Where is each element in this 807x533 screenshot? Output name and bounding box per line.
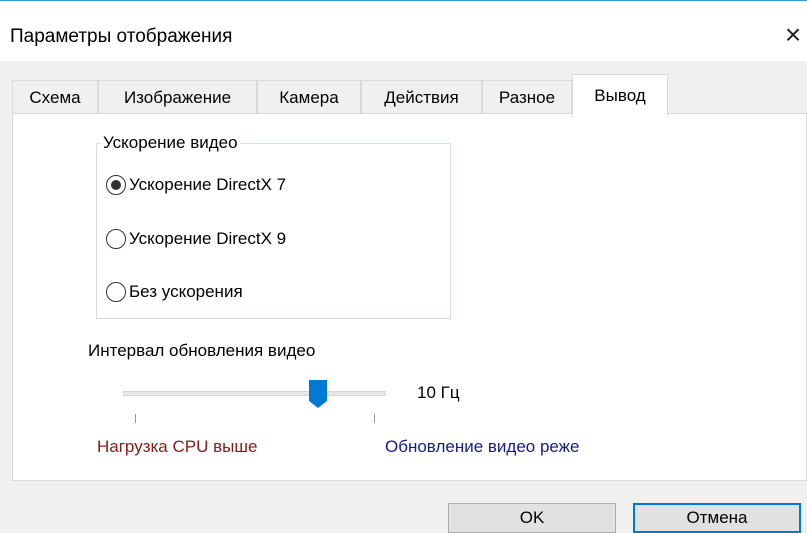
video-acceleration-label: Ускорение видео [100,133,241,153]
refresh-interval-slider[interactable] [123,379,386,427]
radio-no-acceleration-label: Без ускорения [129,282,243,301]
ok-button[interactable]: OK [448,503,616,533]
radio-no-acceleration[interactable] [106,282,126,302]
tab-image[interactable]: Изображение [98,80,257,114]
output-tab-panel: Ускорение видео Ускорение DirectX 7 Уско… [12,113,807,481]
tab-camera[interactable]: Камера [257,80,361,114]
slider-thumb[interactable] [308,379,328,409]
radio-directx7-row[interactable]: Ускорение DirectX 7 [106,175,286,195]
cancel-button[interactable]: Отмена [633,503,801,533]
tab-actions[interactable]: Действия [361,80,482,114]
tab-strip: Схема Изображение Камера Действия Разное… [0,61,807,117]
radio-directx9-label: Ускорение DirectX 9 [129,229,287,248]
title-bar: Параметры отображения × [0,1,807,61]
slider-track[interactable] [123,391,386,396]
tab-output[interactable]: Вывод [572,74,668,117]
slider-tick-max [374,414,375,423]
refresh-frequency-value: 10 Гц [417,383,460,402]
radio-selected-dot [111,180,121,190]
radio-directx7-label: Ускорение DirectX 7 [129,175,287,194]
tab-misc[interactable]: Разное [482,80,572,114]
radio-directx7[interactable] [106,175,126,195]
cpu-load-hint: Нагрузка CPU выше [97,437,258,456]
tab-schema[interactable]: Схема [12,80,98,114]
refresh-interval-label: Интервал обновления видео [88,341,316,360]
close-icon[interactable]: × [779,21,807,49]
radio-directx9-row[interactable]: Ускорение DirectX 9 [106,229,286,249]
dialog-client-area: Схема Изображение Камера Действия Разное… [0,61,807,533]
radio-directx9[interactable] [106,229,126,249]
window-title: Параметры отображения [10,26,233,47]
radio-no-acceleration-row[interactable]: Без ускорения [106,282,243,302]
refresh-rate-hint: Обновление видео реже [385,437,580,456]
slider-tick-min [135,414,136,423]
